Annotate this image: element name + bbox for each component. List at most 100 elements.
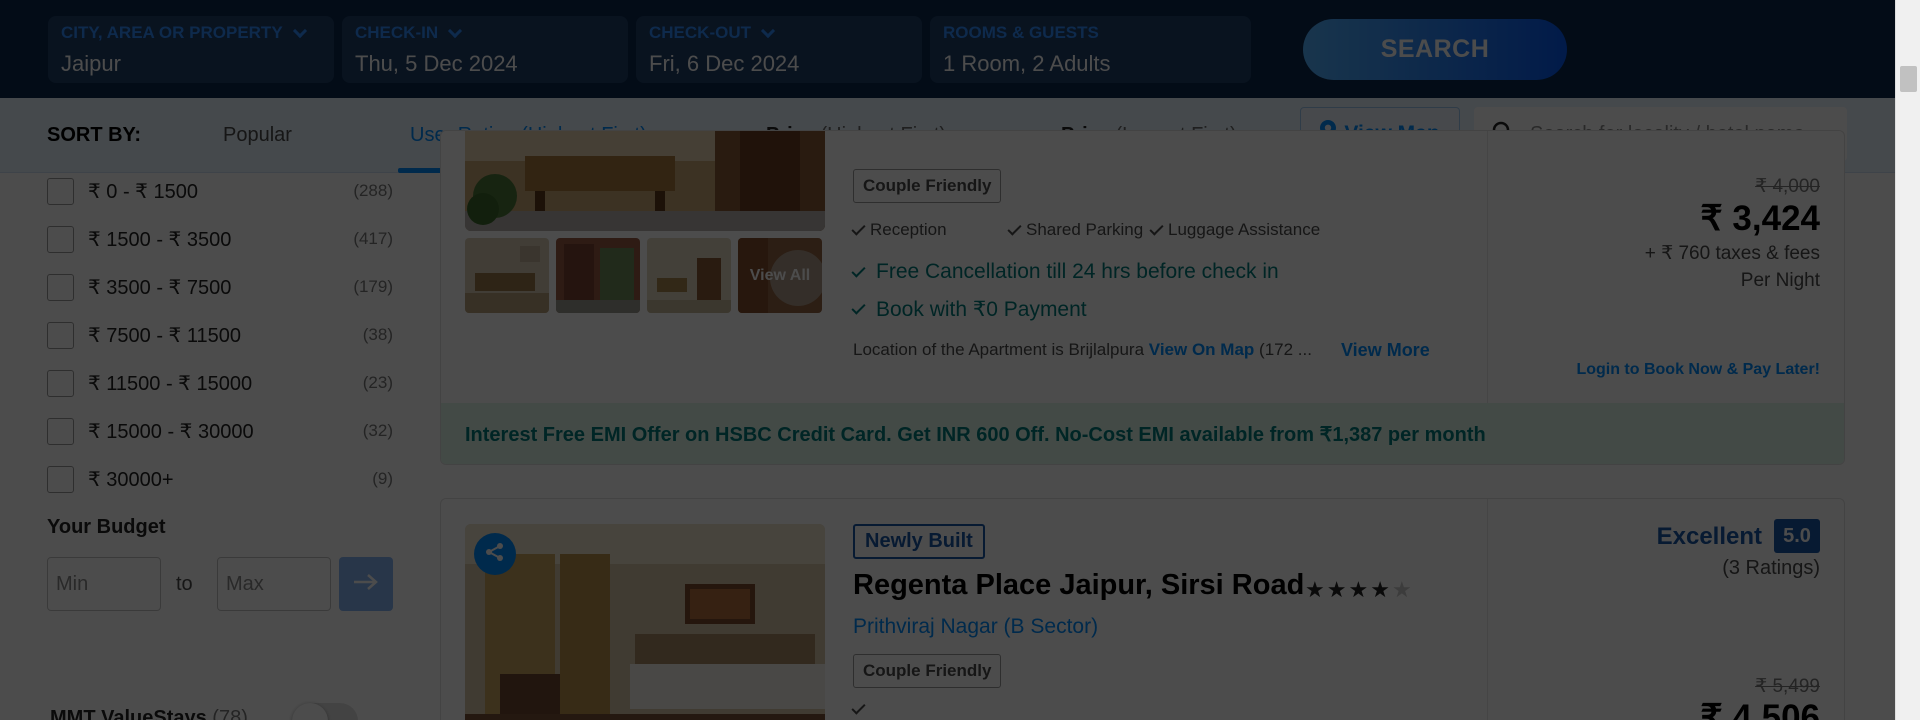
price-range-filter[interactable]: ₹ 7500 - ₹ 11500 (38) [47,320,393,350]
price-range-filter[interactable]: ₹ 15000 - ₹ 30000 (32) [47,416,393,446]
amenity-item [851,700,866,715]
view-all-photos[interactable]: View All [738,238,822,313]
arrow-right-icon [353,573,379,596]
checkout-field[interactable]: CHECK-OUT Fri, 6 Dec 2024 [636,16,922,83]
rooms-guests-field[interactable]: ROOMS & GUESTS 1 Room, 2 Adults [930,16,1251,83]
login-book-now-link[interactable]: Login to Book Now & Pay Later! [1576,361,1820,379]
hotel-main-photo[interactable] [465,131,825,231]
star-rating: ★ ★ ★ ★ ★ [1305,579,1412,601]
rooms-guests-field-label: ROOMS & GUESTS [943,23,1099,42]
view-more-link[interactable]: View More [1341,340,1430,361]
amenity-item: Shared Parking [1007,220,1143,240]
price-range-checkbox[interactable] [47,177,74,205]
free-cancellation-perk: Free Cancellation till 24 hrs before che… [851,260,1279,284]
budget-min-input[interactable] [47,557,161,611]
price-range-checkbox[interactable] [47,369,74,397]
rating-label: Excellent [1656,523,1762,550]
hotel-card[interactable]: View All Couple Friendly Reception Share… [440,130,1845,465]
chevron-down-icon [760,23,776,38]
price-range-filter[interactable]: ₹ 11500 - ₹ 15000 (23) [47,368,393,398]
checkin-field[interactable]: CHECK-IN Thu, 5 Dec 2024 [342,16,628,83]
emi-offer-banner: Interest Free EMI Offer on HSBC Credit C… [441,403,1844,464]
price-range-filter[interactable]: ₹ 0 - ₹ 1500 (288) [47,176,393,206]
sort-option-popular[interactable]: Popular [223,98,292,173]
original-price: ₹ 4,000 [1755,176,1820,197]
check-icon [851,262,866,278]
original-price: ₹ 5,499 [1755,676,1820,697]
price-range-checkbox[interactable] [47,465,74,493]
price-range-label: ₹ 30000+ [88,468,174,491]
page-scrollbar[interactable] [1895,0,1920,720]
check-icon [851,700,866,715]
price-range-label: ₹ 3500 - ₹ 7500 [88,276,232,299]
star-icon: ★ [1305,577,1325,602]
check-icon [1007,220,1022,236]
price-range-count: (9) [372,469,393,488]
price-range-checkbox[interactable] [47,225,74,253]
price-range-count: (417) [353,229,393,248]
share-icon [485,542,505,567]
price-range-label: ₹ 1500 - ₹ 3500 [88,228,232,251]
hotel-thumbnail[interactable] [556,238,640,313]
sort-by-label: SORT BY: [47,124,142,146]
budget-to-label: to [176,573,193,595]
check-icon [851,220,866,236]
check-icon [1149,220,1164,236]
zero-payment-perk: Book with ₹0 Payment [851,297,1087,322]
checkin-field-label: CHECK-IN [355,23,439,42]
chevron-down-icon [448,23,463,38]
city-field-label: CITY, AREA OR PROPERTY [61,23,283,42]
price-range-filter[interactable]: ₹ 30000+ (9) [47,464,393,494]
price-range-label: ₹ 7500 - ₹ 11500 [88,324,241,347]
view-on-map-link[interactable]: View On Map [1149,340,1255,359]
price-range-filter[interactable]: ₹ 3500 - ₹ 7500 (179) [47,272,393,302]
star-icon: ★ [1326,577,1347,602]
hotel-name[interactable]: Regenta Place Jaipur, Sirsi Road [853,569,1304,602]
newly-built-badge: Newly Built [853,524,985,559]
share-button[interactable] [474,533,516,575]
star-icon: ★ [1391,577,1412,602]
rating-count[interactable]: (3 Ratings) [1722,557,1820,580]
budget-max-input[interactable] [217,557,331,611]
price-range-count: (38) [362,325,393,344]
hotel-thumbnail[interactable] [465,238,549,313]
price-range-checkbox[interactable] [47,417,74,445]
hotel-card[interactable]: Newly Built Regenta Place Jaipur, Sirsi … [440,498,1845,720]
star-icon: ★ [1348,577,1369,602]
price-range-filter[interactable]: ₹ 1500 - ₹ 3500 (417) [47,224,393,254]
star-icon: ★ [1370,577,1390,602]
checkout-field-value: Fri, 6 Dec 2024 [649,51,800,76]
price-range-checkbox[interactable] [47,273,74,301]
mmt-valuestays-count: (78) [212,707,248,720]
price-divider [1487,499,1488,720]
scroll-thumb[interactable] [1900,66,1917,92]
discounted-price: ₹ 3,424 [1700,199,1820,238]
checkout-field-label: CHECK-OUT [649,23,751,42]
city-field-value: Jaipur [61,51,121,76]
mmt-valuestays-toggle[interactable] [292,703,358,720]
price-range-count: (23) [362,373,393,392]
city-field[interactable]: CITY, AREA OR PROPERTY Jaipur [48,16,334,83]
per-night-label: Per Night [1740,270,1820,291]
price-range-count: (179) [353,277,393,296]
checkin-field-value: Thu, 5 Dec 2024 [355,51,518,76]
toggle-knob [292,703,328,720]
hotel-main-photo[interactable] [465,524,825,720]
price-range-checkbox[interactable] [47,321,74,349]
check-icon [851,300,866,315]
chevron-down-icon [292,23,307,38]
amenity-item: Luggage Assistance [1149,220,1320,240]
discounted-price: ₹ 4,506 [1700,698,1820,720]
price-range-count: (288) [353,181,393,200]
amenity-item: Reception [851,220,947,240]
hotel-thumbnail[interactable] [647,238,731,313]
budget-apply-button[interactable] [339,557,393,611]
search-button[interactable]: SEARCH [1303,19,1567,80]
budget-title: Your Budget [47,516,166,538]
price-range-label: ₹ 0 - ₹ 1500 [88,180,198,203]
hotel-locality[interactable]: Prithviraj Nagar (B Sector) [853,615,1098,639]
couple-friendly-tag: Couple Friendly [853,654,1002,688]
mmt-valuestays-label: MMT ValueStays [50,707,207,720]
search-header: CITY, AREA OR PROPERTY Jaipur CHECK-IN T… [0,0,1920,98]
mmt-valuestays-filter: MMT ValueStays (78) [50,707,248,720]
